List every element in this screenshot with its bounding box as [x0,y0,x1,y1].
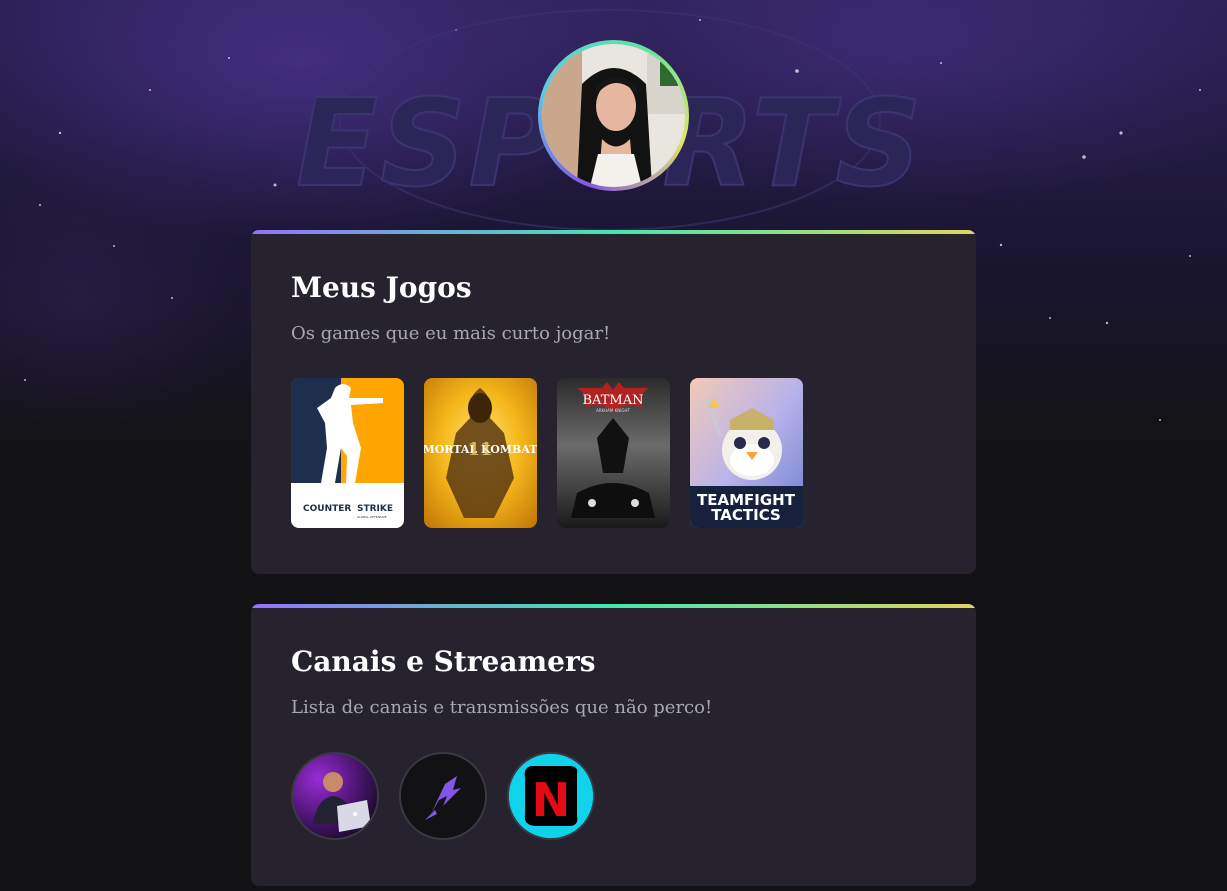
streams-subtitle: Lista de canais e transmissões que não p… [291,697,713,719]
streams-card: Canais e Streamers Lista de canais e tra… [251,604,976,886]
csgo-small-label: GLOBAL OFFENSIVE [357,515,387,519]
channel-netflix[interactable]: N [507,751,595,840]
game-card-csgo[interactable]: COUNTER STRIKE GLOBAL OFFENSIVE [291,377,404,528]
game-card-mk11[interactable]: MORTAL KOMBAT 11 [424,377,537,528]
netflix-letter: N [532,773,571,827]
csgo-label: COUNTER [303,504,351,514]
mk11-number: 11 [467,439,492,460]
channel-streamer[interactable] [291,751,379,840]
game-card-batman[interactable]: BATMAN ARKHAM KNIGHT [557,377,670,528]
streamer-avatar-icon [293,753,377,838]
profile-avatar[interactable] [538,40,689,191]
streams-title: Canais e Streamers [291,645,596,678]
games-title: Meus Jogos [291,271,472,304]
csgo-label-2: STRIKE [357,504,393,514]
tft-label-2: TACTICS [711,506,781,524]
batman-label: BATMAN [583,393,644,408]
channel-rocketseat[interactable] [399,751,487,840]
games-list: COUNTER STRIKE GLOBAL OFFENSIVE MORTAL K… [291,377,936,528]
avatar-photo [542,44,685,187]
batman-small-label: ARKHAM KNIGHT [596,408,631,413]
games-subtitle: Os games que eu mais curto jogar! [291,323,611,345]
rocket-logo-icon [401,753,485,838]
channels-list: N [291,751,936,840]
game-card-tft[interactable]: TEAMFIGHT TACTICS [690,377,803,528]
games-card: Meus Jogos Os games que eu mais curto jo… [251,230,976,574]
netflix-logo-icon: N [509,753,593,838]
